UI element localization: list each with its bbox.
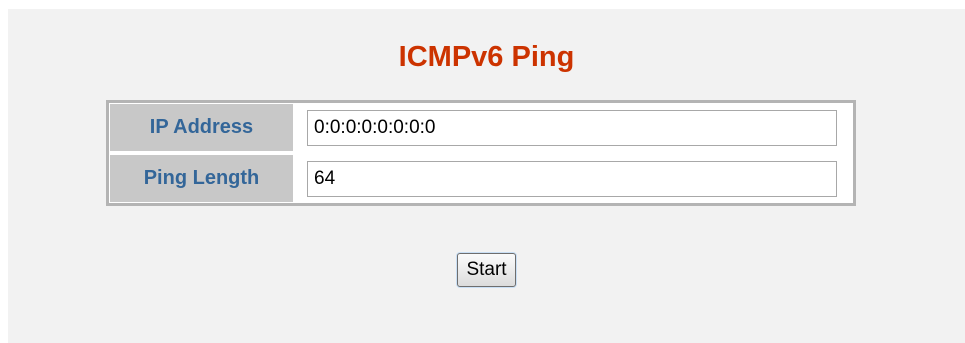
ip-address-input[interactable] <box>307 110 837 146</box>
start-button[interactable]: Start <box>457 253 516 287</box>
ping-length-label: Ping Length <box>110 155 293 202</box>
ping-panel: ICMPv6 Ping IP Address Ping Length Start <box>8 9 965 343</box>
ip-address-row: IP Address <box>109 104 853 151</box>
ping-length-cell <box>299 155 852 202</box>
action-bar: Start <box>8 253 965 287</box>
ping-form-table: IP Address Ping Length <box>106 100 856 206</box>
ip-address-label: IP Address <box>110 104 293 151</box>
ping-length-input[interactable] <box>307 161 837 197</box>
ping-length-row: Ping Length <box>109 155 853 202</box>
ip-address-cell <box>299 104 852 151</box>
page-title: ICMPv6 Ping <box>398 41 575 73</box>
